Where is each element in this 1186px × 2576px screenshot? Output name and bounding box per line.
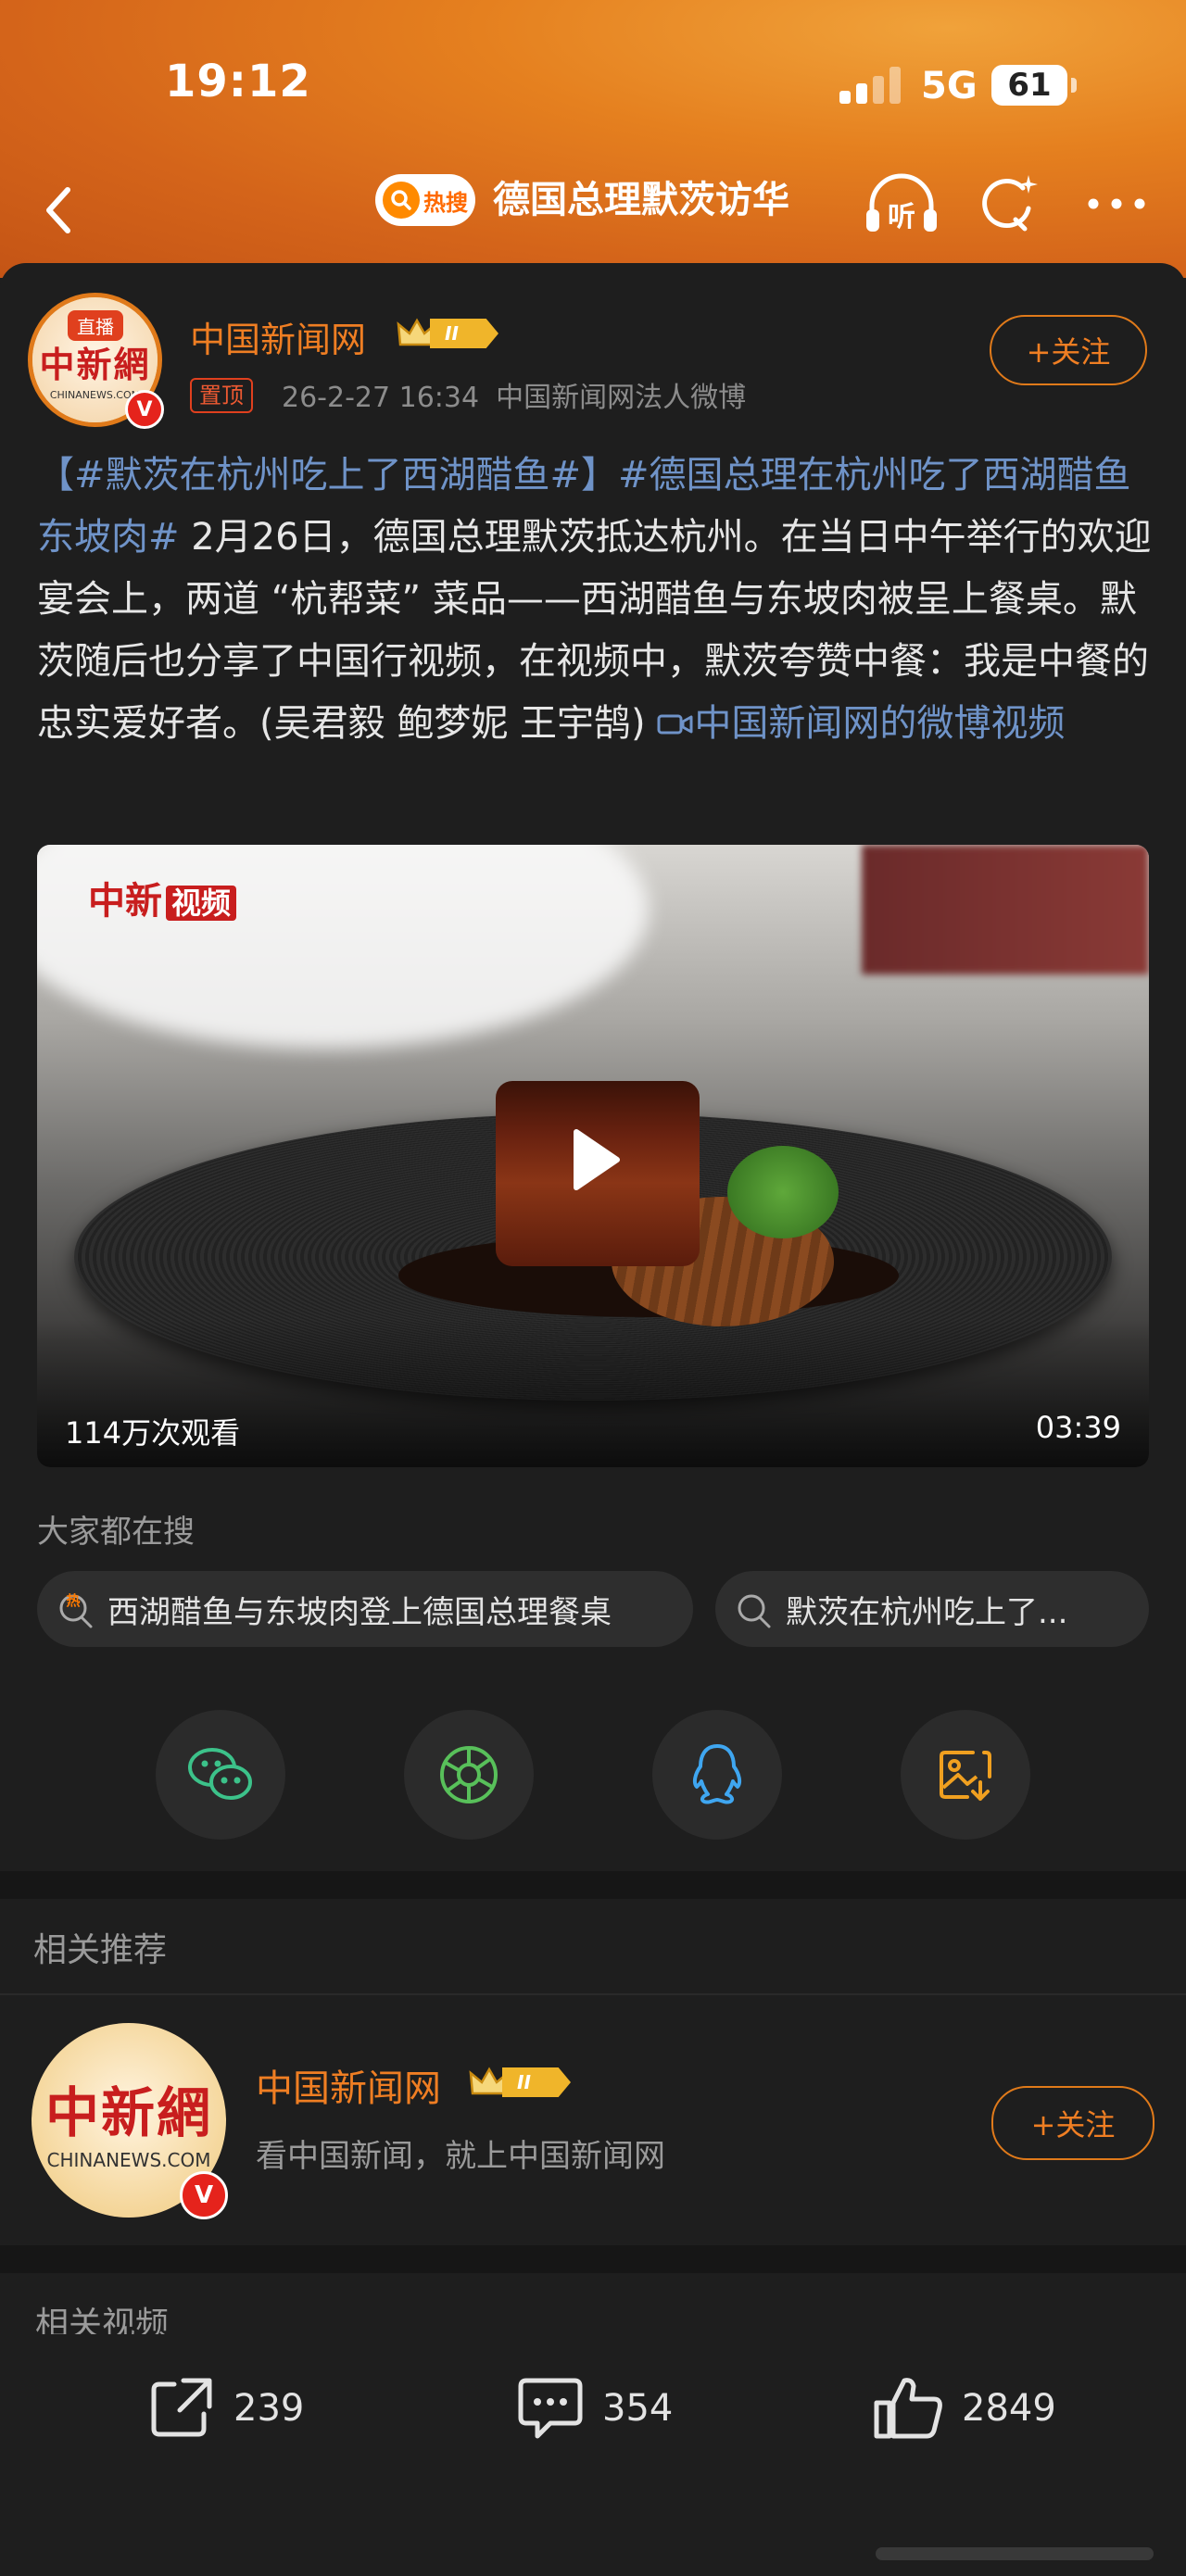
- share-icon: [151, 2378, 212, 2437]
- signal-icon: [839, 67, 901, 104]
- live-tag: 直播: [68, 310, 123, 341]
- level-badge: II: [502, 2067, 571, 2097]
- author-name[interactable]: 中国新闻网: [190, 311, 366, 362]
- back-button[interactable]: [26, 178, 91, 243]
- post-source: 中国新闻网法人微博: [496, 382, 747, 414]
- watermark-suffix: 视频: [166, 886, 237, 921]
- hot-badge-label: 热搜: [423, 189, 468, 216]
- post-card: 直播 中新網 CHINANEWS.COM V 中国新闻网 II 置顶 26-2-…: [0, 263, 1186, 1871]
- section-divider: [0, 1871, 1186, 1899]
- hot-search-icon: 热: [59, 1592, 93, 1628]
- battery-level: 61: [1007, 67, 1052, 104]
- view-count: 114万次观看: [65, 1415, 241, 1451]
- thumbnail-background: [862, 845, 1149, 974]
- pinned-tag: 置顶: [190, 378, 253, 413]
- page-title: 德国总理默茨访华: [493, 179, 789, 221]
- network-type: 5G: [921, 65, 978, 107]
- author-avatar[interactable]: 直播 中新網 CHINANEWS.COM V: [28, 293, 164, 429]
- sparkle-search-icon: [982, 175, 1038, 232]
- status-bar: 19:12 5G 61: [0, 0, 1186, 176]
- watermark-logo: 中新: [88, 879, 162, 923]
- save-image-button[interactable]: [901, 1710, 1030, 1840]
- like-button[interactable]: 2849: [871, 2371, 1056, 2445]
- battery-tip: [1071, 78, 1077, 93]
- vip-crown-badge: II: [397, 315, 500, 352]
- search-icon: [383, 182, 420, 219]
- wechat-icon: [188, 1748, 252, 1800]
- status-time: 19:12: [165, 56, 311, 107]
- recommended-avatar[interactable]: 中新網 CHINANEWS.COM V: [32, 2023, 228, 2219]
- search-chip[interactable]: 默茨在杭州吃上了...: [715, 1571, 1149, 1647]
- logo-text: 中新網: [39, 343, 151, 385]
- listen-button[interactable]: 听: [860, 167, 943, 241]
- share-wechat-button[interactable]: [156, 1710, 285, 1840]
- like-count: 2849: [962, 2387, 1056, 2430]
- svg-text:热: 热: [66, 1592, 80, 1609]
- comment-icon: [518, 2378, 583, 2439]
- thumbnail-broccoli: [727, 1146, 839, 1238]
- logo-text: 中新網: [44, 2081, 212, 2144]
- topic-tag[interactable]: 【#默茨在杭州吃上了西湖醋鱼#】: [37, 454, 618, 496]
- hot-search-badge[interactable]: 热搜: [375, 174, 475, 226]
- follow-button[interactable]: +关注: [990, 315, 1147, 385]
- follow-recommended-button[interactable]: +关注: [991, 2086, 1154, 2160]
- video-link[interactable]: 中国新闻网的微博视频: [657, 702, 1065, 745]
- svg-text:听: 听: [888, 202, 915, 232]
- post-body: 【#默茨在杭州吃上了西湖醋鱼#】#德国总理在杭州吃了西湖醋鱼东坡肉# 2月26日…: [37, 445, 1158, 755]
- more-icon: [1088, 198, 1145, 209]
- comment-button[interactable]: 354: [515, 2371, 673, 2445]
- bottom-action-bar: 239 354 2849: [0, 2334, 1186, 2576]
- section-divider: [0, 2245, 1186, 2273]
- related-recommend-title: 相关推荐: [33, 1931, 168, 1969]
- recommended-account-name[interactable]: 中国新闻网: [256, 2058, 441, 2112]
- search-icon: [738, 1594, 771, 1628]
- video-link-text: 中国新闻网的微博视频: [694, 702, 1066, 745]
- video-player[interactable]: 中新 视频 114万次观看 03:39: [37, 845, 1149, 1467]
- save-image-icon: [940, 1751, 991, 1801]
- video-watermark: 中新 视频: [88, 871, 237, 924]
- comment-count: 354: [602, 2387, 674, 2430]
- repost-button[interactable]: 239: [146, 2371, 304, 2445]
- video-camera-icon: [657, 714, 693, 735]
- play-icon[interactable]: [556, 1123, 630, 1197]
- home-indicator: [876, 2547, 1154, 2560]
- top-nav: 热搜 德国总理默茨访华 听: [0, 167, 1186, 259]
- verified-badge-icon: V: [125, 390, 164, 429]
- share-moments-button[interactable]: [404, 1710, 534, 1840]
- post-timestamp: 26-2-27 16:34: [282, 382, 480, 414]
- video-duration: 03:39: [1035, 1410, 1121, 1445]
- thumbs-up-icon: [874, 2378, 942, 2439]
- qq-icon: [692, 1744, 742, 1804]
- logo-domain: CHINANEWS.COM: [49, 388, 141, 401]
- back-arrow-icon: [46, 187, 70, 233]
- repost-count: 239: [233, 2387, 305, 2430]
- headphones-icon: 听: [866, 173, 937, 232]
- search-chip-label: 默茨在杭州吃上了...: [786, 1593, 1068, 1631]
- more-button[interactable]: [1075, 167, 1158, 241]
- logo-domain: CHINANEWS.COM: [46, 2149, 211, 2171]
- ai-search-button[interactable]: [967, 167, 1051, 241]
- post-meta: 26-2-27 16:34 中国新闻网法人微博: [282, 374, 746, 415]
- battery-icon: 61: [991, 65, 1067, 106]
- share-qq-button[interactable]: [652, 1710, 782, 1840]
- search-chip[interactable]: 热 西湖醋鱼与东坡肉登上德国总理餐桌: [37, 1571, 693, 1647]
- moments-icon: [440, 1746, 498, 1803]
- separator: [0, 1993, 1186, 1995]
- recommended-account-desc: 看中国新闻，就上中国新闻网: [256, 2138, 665, 2175]
- trending-search-title: 大家都在搜: [37, 1514, 195, 1551]
- level-badge: II: [430, 319, 498, 348]
- search-chip-label: 西湖醋鱼与东坡肉登上德国总理餐桌: [107, 1593, 612, 1631]
- verified-badge-icon: V: [180, 2171, 228, 2219]
- vip-crown-badge: II: [469, 2064, 573, 2101]
